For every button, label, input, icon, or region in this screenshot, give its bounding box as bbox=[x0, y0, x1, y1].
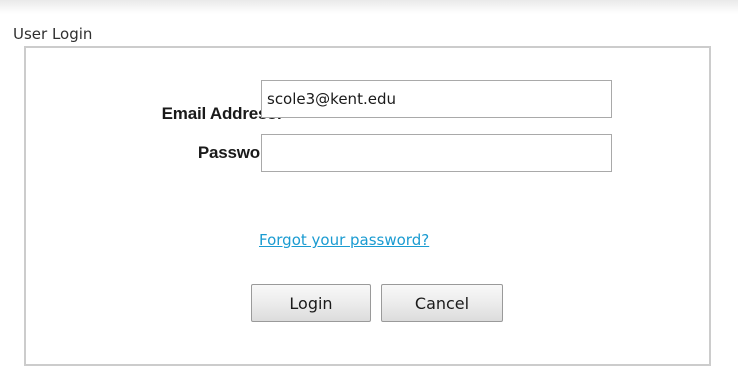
login-button[interactable]: Login bbox=[251, 284, 371, 322]
login-form: Email Address: Password: Forgot your pas… bbox=[24, 46, 711, 366]
cancel-button[interactable]: Cancel bbox=[381, 284, 503, 322]
email-field[interactable] bbox=[261, 80, 612, 118]
email-label: Email Address: bbox=[161, 104, 283, 123]
forgot-password-link[interactable]: Forgot your password? bbox=[259, 231, 429, 249]
password-label: Password: bbox=[197, 143, 282, 162]
panel-title: User Login bbox=[13, 25, 93, 43]
password-field[interactable] bbox=[261, 134, 612, 172]
top-shade bbox=[0, 0, 738, 14]
